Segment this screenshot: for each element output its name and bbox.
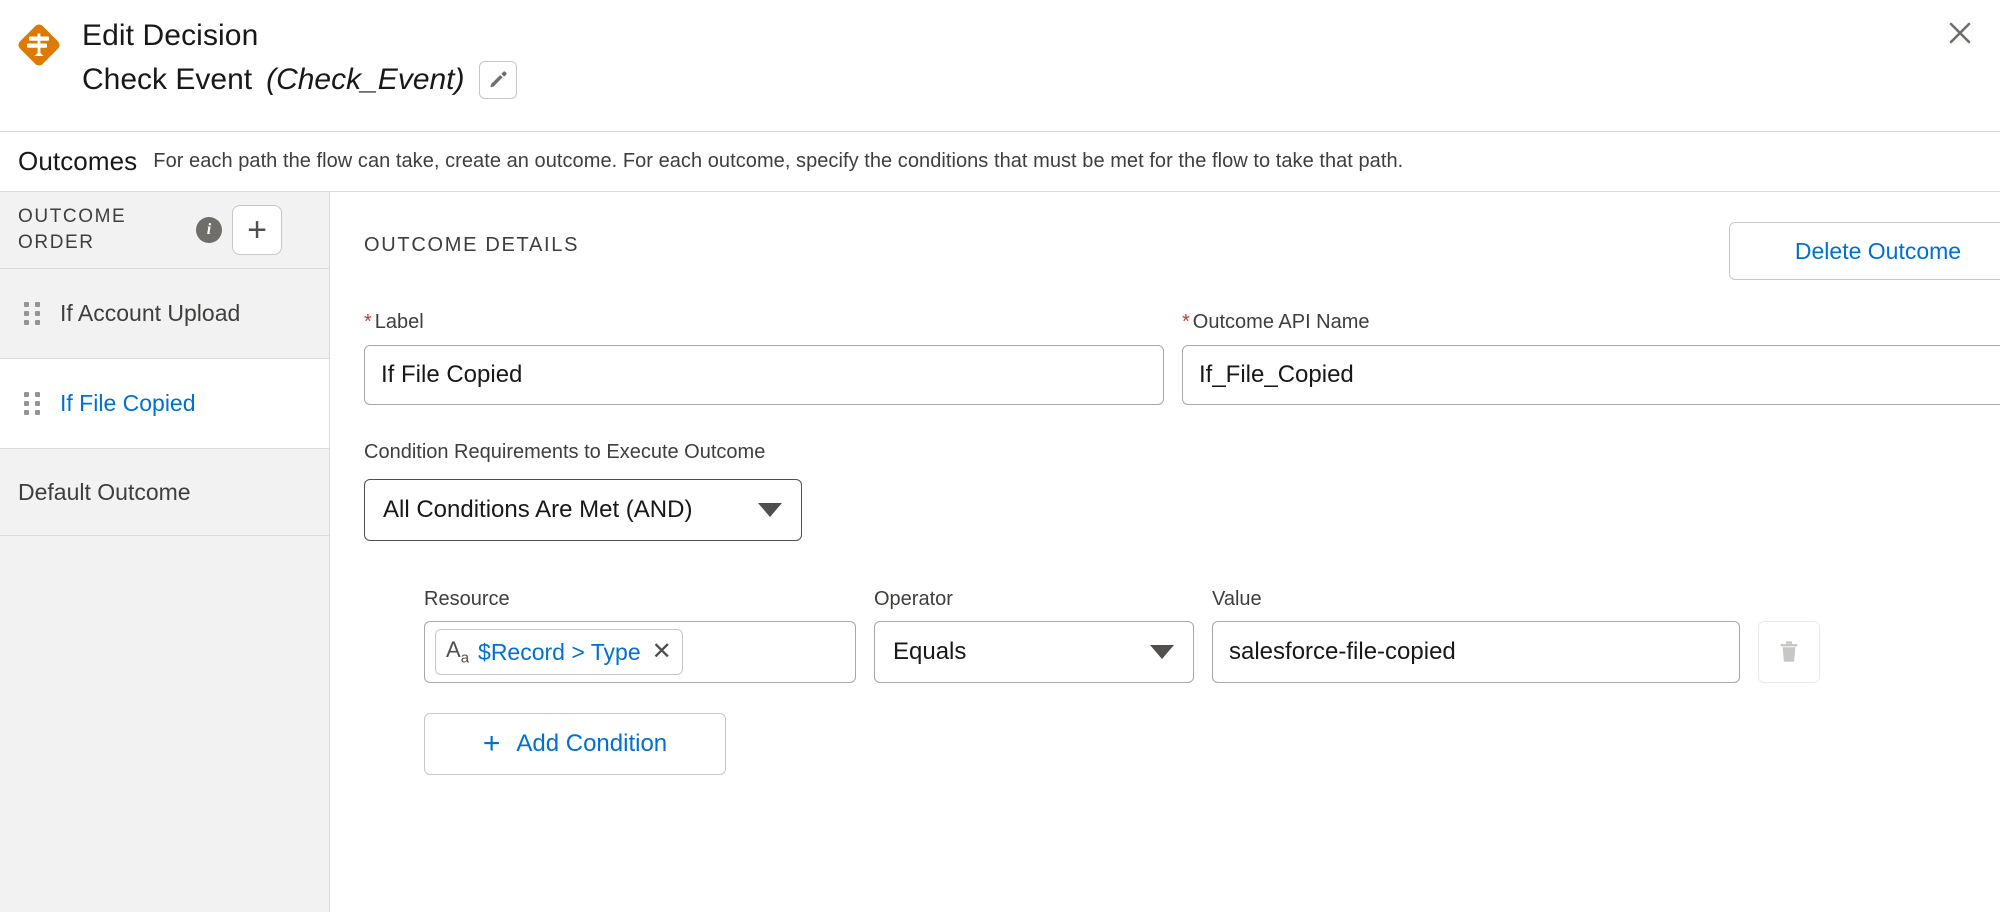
outcome-api-name-input[interactable] <box>1182 345 2000 405</box>
outcomes-description: For each path the flow can take, create … <box>153 150 1404 172</box>
resource-combobox[interactable]: Aa $Record > Type ✕ <box>424 621 856 683</box>
condition-requirements-label: Condition Requirements to Execute Outcom… <box>364 441 766 463</box>
resource-column-label: Resource <box>424 588 510 610</box>
modal-header: Edit Decision Check Event (Check_Event) <box>0 0 2000 132</box>
condition-requirements-select-wrap: All Conditions Are Met (AND) <box>364 479 802 541</box>
api-name-field-group: * Outcome API Name <box>1182 308 2000 405</box>
value-column-label: Value <box>1212 588 1262 610</box>
node-api-name: (Check_Event) <box>266 63 465 96</box>
default-outcome-label: Default Outcome <box>18 478 191 505</box>
outcome-order-label: OUTCOME ORDER <box>18 206 127 253</box>
sidebar-item-if-account-upload[interactable]: If Account Upload <box>0 268 329 358</box>
plus-icon: + <box>247 211 267 249</box>
label-input[interactable] <box>364 345 1164 405</box>
node-label: Check Event <box>82 63 253 96</box>
required-marker: * <box>1182 311 1190 333</box>
node-title-row: Check Event (Check_Event) <box>82 60 517 100</box>
drag-handle-icon[interactable] <box>24 301 40 326</box>
operator-select-wrap: Equals <box>874 621 1194 683</box>
label-field-group: * Label <box>364 308 1164 405</box>
outcome-item-label: If File Copied <box>60 390 196 416</box>
resource-pill-label: $Record > Type <box>478 638 641 665</box>
drag-handle-icon[interactable] <box>24 391 40 416</box>
sidebar-header: OUTCOME ORDER i + <box>0 192 329 268</box>
close-icon <box>1947 20 1973 49</box>
decision-diamond-icon <box>14 20 64 70</box>
details-header-row: OUTCOME DETAILS Delete Outcome <box>364 222 2000 284</box>
sidebar-item-if-file-copied[interactable]: If File Copied <box>0 358 329 448</box>
outcome-list: If Account Upload If File Copied <box>0 268 329 448</box>
sidebar-filler <box>0 536 329 912</box>
outcome-details-heading: OUTCOME DETAILS <box>364 234 580 256</box>
info-icon[interactable]: i <box>196 217 222 243</box>
resource-column: Resource Aa $Record > Type ✕ <box>424 585 856 683</box>
outcomes-section-bar: Outcomes For each path the flow can take… <box>0 132 2000 192</box>
operator-column: Operator Equals <box>874 585 1194 683</box>
condition-row: Resource Aa $Record > Type ✕ Operator Eq… <box>424 585 2000 683</box>
sidebar-item-default-outcome[interactable]: Default Outcome <box>0 448 329 536</box>
add-outcome-button[interactable]: + <box>232 205 282 255</box>
add-condition-row: + Add Condition <box>424 713 2000 775</box>
operator-column-label: Operator <box>874 588 953 610</box>
resource-pill[interactable]: Aa $Record > Type ✕ <box>435 629 683 675</box>
trash-icon <box>1777 638 1801 667</box>
value-column: Value <box>1212 585 1740 683</box>
outcomes-heading: Outcomes <box>18 146 138 176</box>
condition-requirements-group: Condition Requirements to Execute Outcom… <box>364 433 904 541</box>
required-marker: * <box>364 311 372 333</box>
label-field-label: * Label <box>364 308 1164 336</box>
remove-resource-icon[interactable]: ✕ <box>650 640 672 664</box>
condition-value-input[interactable] <box>1212 621 1740 683</box>
outcome-details-panel: OUTCOME DETAILS Delete Outcome *Label *O… <box>330 192 2000 912</box>
close-button[interactable] <box>1938 12 1982 56</box>
delete-condition-button[interactable] <box>1758 621 1820 683</box>
condition-requirements-select[interactable]: All Conditions Are Met (AND) <box>364 479 802 541</box>
outcome-item-label: If Account Upload <box>60 300 241 326</box>
name-fields-row: *Label *Outcome API Name <box>364 308 2000 405</box>
header-titles: Edit Decision Check Event (Check_Event) <box>82 14 517 100</box>
delete-outcome-button[interactable]: Delete Outcome <box>1729 222 2000 280</box>
api-name-text: Outcome API Name <box>1192 311 1370 333</box>
page-title: Edit Decision <box>82 19 259 52</box>
conditions-area: Resource Aa $Record > Type ✕ Operator Eq… <box>364 585 2000 775</box>
api-name-field-label: * Outcome API Name <box>1182 308 2000 336</box>
edit-label-button[interactable] <box>478 60 517 100</box>
pencil-icon <box>488 60 508 100</box>
label-text: Label <box>374 311 424 333</box>
outcome-order-sidebar: OUTCOME ORDER i + If Account Upload If F… <box>0 192 330 912</box>
modal-body: OUTCOME ORDER i + If Account Upload If F… <box>0 192 2000 912</box>
operator-select[interactable]: Equals <box>874 621 1194 683</box>
text-type-icon: Aa <box>446 636 470 667</box>
add-condition-label: Add Condition <box>516 730 668 757</box>
add-condition-button[interactable]: + Add Condition <box>424 713 726 775</box>
plus-icon: + <box>482 727 501 760</box>
